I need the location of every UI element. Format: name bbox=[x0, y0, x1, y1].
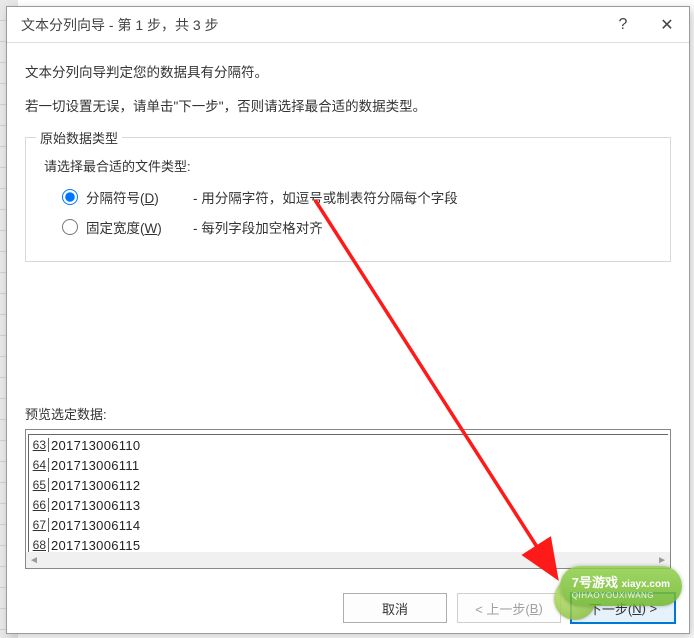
dialog-content: 文本分列向导判定您的数据具有分隔符。 若一切设置无误，请单击"下一步"，否则请选… bbox=[7, 43, 689, 579]
preview-inner: 6320171300611064201713006111652017130061… bbox=[28, 434, 668, 555]
preview-row-number: 68 bbox=[29, 538, 49, 552]
button-row: 取消 < 上一步(B) 下一步(N) > bbox=[7, 579, 689, 633]
radio-delimited-input[interactable] bbox=[62, 189, 78, 205]
preview-row: 66201713006113 bbox=[29, 495, 668, 515]
preview-row-number: 64 bbox=[29, 458, 49, 472]
preview-horizontal-scrollbar[interactable]: ◄ ► bbox=[26, 552, 670, 568]
radio-delimited[interactable]: 分隔符号(D) - 用分隔字符，如逗号或制表符分隔每个字段 bbox=[62, 187, 652, 207]
intro-line-2: 若一切设置无误，请单击"下一步"，否则请选择最合适的数据类型。 bbox=[25, 95, 671, 115]
radio-fixed-width-label: 固定宽度(W) bbox=[86, 217, 181, 237]
preview-row-number: 65 bbox=[29, 478, 49, 492]
text-to-columns-wizard-dialog: 文本分列向导 - 第 1 步，共 3 步 ? ✕ 文本分列向导判定您的数据具有分… bbox=[6, 6, 690, 634]
scroll-right-icon[interactable]: ► bbox=[657, 555, 667, 566]
preview-label: 预览选定数据: bbox=[25, 404, 671, 423]
preview-row: 67201713006114 bbox=[29, 515, 668, 535]
close-button[interactable]: ✕ bbox=[645, 15, 689, 35]
radio-fixed-width[interactable]: 固定宽度(W) - 每列字段加空格对齐 bbox=[62, 217, 652, 237]
dialog-title: 文本分列向导 - 第 1 步，共 3 步 bbox=[21, 15, 601, 35]
preview-row-value: 201713006112 bbox=[49, 478, 140, 493]
preview-row: 63201713006110 bbox=[29, 435, 668, 455]
radio-fixed-width-desc: - 每列字段加空格对齐 bbox=[193, 217, 323, 237]
preview-row-number: 66 bbox=[29, 498, 49, 512]
help-button[interactable]: ? bbox=[601, 16, 645, 34]
intro-line-1: 文本分列向导判定您的数据具有分隔符。 bbox=[25, 61, 671, 81]
preview-row-value: 201713006110 bbox=[49, 438, 140, 453]
radio-delimited-desc: - 用分隔字符，如逗号或制表符分隔每个字段 bbox=[193, 187, 458, 207]
scroll-left-icon[interactable]: ◄ bbox=[29, 555, 39, 566]
back-button: < 上一步(B) bbox=[457, 593, 561, 623]
data-preview-box: 6320171300611064201713006111652017130061… bbox=[25, 429, 671, 569]
radio-fixed-width-input[interactable] bbox=[62, 219, 78, 235]
preview-row-value: 201713006115 bbox=[49, 538, 140, 553]
spacer bbox=[25, 262, 671, 386]
preview-row: 64201713006111 bbox=[29, 455, 668, 475]
radio-delimited-label: 分隔符号(D) bbox=[86, 187, 181, 207]
titlebar: 文本分列向导 - 第 1 步，共 3 步 ? ✕ bbox=[7, 7, 689, 43]
preview-row-value: 201713006113 bbox=[49, 498, 140, 513]
choose-file-type-prompt: 请选择最合适的文件类型: bbox=[44, 156, 652, 175]
original-data-type-fieldset: 原始数据类型 请选择最合适的文件类型: 分隔符号(D) - 用分隔字符，如逗号或… bbox=[25, 137, 671, 262]
cancel-button[interactable]: 取消 bbox=[343, 593, 447, 623]
preview-row-value: 201713006111 bbox=[49, 458, 139, 473]
preview-row-number: 63 bbox=[29, 438, 49, 452]
fieldset-legend: 原始数据类型 bbox=[36, 128, 122, 147]
preview-row: 65201713006112 bbox=[29, 475, 668, 495]
preview-row-number: 67 bbox=[29, 518, 49, 532]
preview-row-value: 201713006114 bbox=[49, 518, 140, 533]
next-button[interactable]: 下一步(N) > bbox=[571, 593, 675, 623]
